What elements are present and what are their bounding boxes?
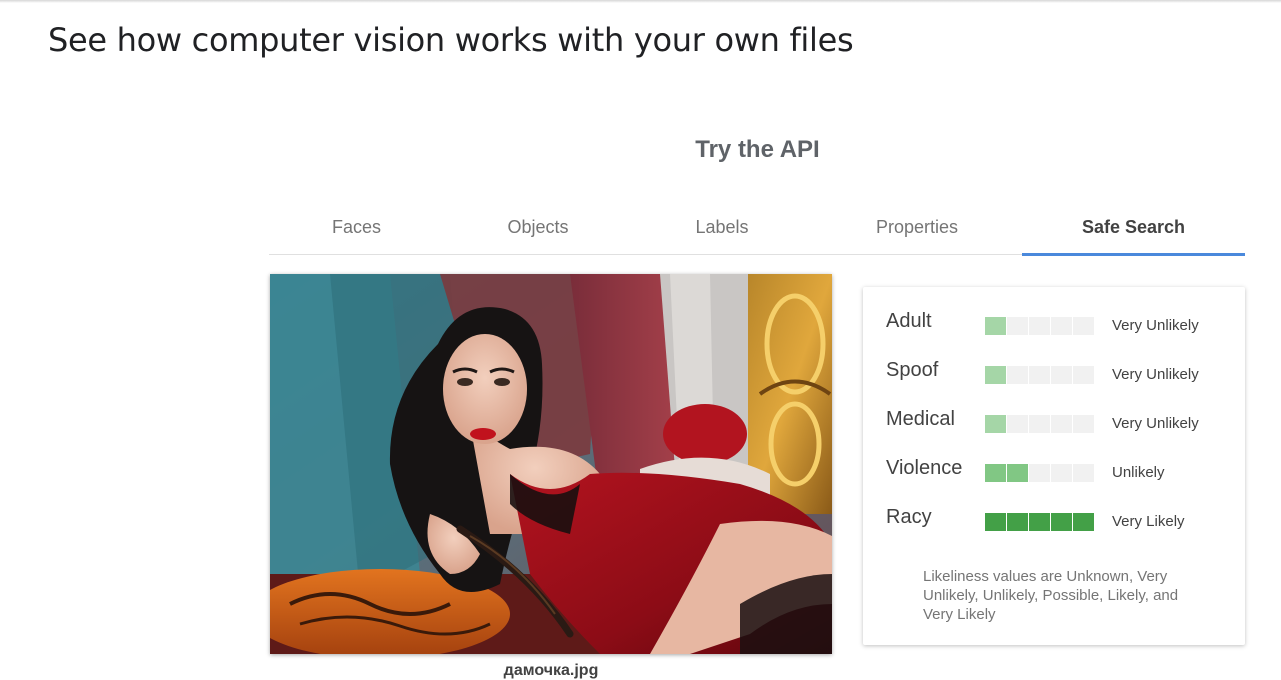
bar-segment-filled (985, 366, 1006, 384)
likelihood-bar (985, 513, 1097, 531)
likelihood-bar (985, 415, 1097, 433)
result-value: Very Unlikely (1112, 415, 1199, 432)
tab-faces[interactable]: Faces (269, 200, 444, 254)
result-value: Very Unlikely (1112, 366, 1199, 383)
bar-segment-empty (1007, 317, 1028, 335)
tab-labels[interactable]: Labels (632, 200, 812, 254)
bar-segment-empty (1029, 415, 1050, 433)
tab-safe-search[interactable]: Safe Search (1022, 200, 1245, 256)
top-shadow (0, 0, 1281, 3)
uploaded-image (270, 274, 832, 654)
bar-segment-empty (1051, 366, 1072, 384)
bar-segment-filled (1073, 513, 1094, 531)
section-title: Try the API (695, 136, 820, 163)
page-heading: See how computer vision works with your … (48, 21, 854, 59)
bar-segment-empty (1007, 415, 1028, 433)
result-value: Very Likely (1112, 513, 1185, 530)
bar-segment-filled (985, 415, 1006, 433)
result-row-spoof: Spoof Very Unlikely (863, 356, 1245, 386)
likelihood-bar (985, 366, 1097, 384)
bar-segment-filled (985, 513, 1006, 531)
bar-segment-empty (1029, 317, 1050, 335)
bar-segment-filled (1051, 513, 1072, 531)
bar-segment-filled (1029, 513, 1050, 531)
bar-segment-filled (985, 464, 1006, 482)
result-value: Very Unlikely (1112, 317, 1199, 334)
bar-segment-empty (1073, 366, 1094, 384)
bar-segment-empty (1051, 415, 1072, 433)
bar-segment-empty (1073, 317, 1094, 335)
tab-objects[interactable]: Objects (444, 200, 632, 254)
result-label: Medical (886, 408, 955, 430)
result-label: Racy (886, 506, 932, 528)
tab-properties[interactable]: Properties (812, 200, 1022, 254)
result-row-violence: Violence Unlikely (863, 454, 1245, 484)
safe-search-results-card: Adult Very Unlikely Spoof Very Unlikely … (863, 287, 1245, 645)
result-value: Unlikely (1112, 464, 1165, 481)
bar-segment-empty (1029, 366, 1050, 384)
result-row-adult: Adult Very Unlikely (863, 307, 1245, 337)
likelihood-bar (985, 317, 1097, 335)
photo-illustration (270, 274, 832, 654)
result-label: Spoof (886, 359, 939, 381)
bar-segment-filled (1007, 513, 1028, 531)
result-label: Violence (886, 457, 963, 479)
tab-bar: Faces Objects Labels Properties Safe Sea… (269, 200, 1245, 256)
likeliness-note: Likeliness values are Unknown, Very Unli… (923, 568, 1179, 623)
bar-segment-empty (1007, 366, 1028, 384)
result-label: Adult (886, 310, 932, 332)
bar-segment-filled (1007, 464, 1028, 482)
bar-segment-filled (985, 317, 1006, 335)
bar-segment-empty (1051, 464, 1072, 482)
file-name-caption: дамочка.jpg (503, 662, 599, 679)
bar-segment-empty (1051, 317, 1072, 335)
bar-segment-empty (1073, 415, 1094, 433)
result-row-racy: Racy Very Likely (863, 503, 1245, 533)
bar-segment-empty (1073, 464, 1094, 482)
result-row-medical: Medical Very Unlikely (863, 405, 1245, 435)
likelihood-bar (985, 464, 1097, 482)
bar-segment-empty (1029, 464, 1050, 482)
